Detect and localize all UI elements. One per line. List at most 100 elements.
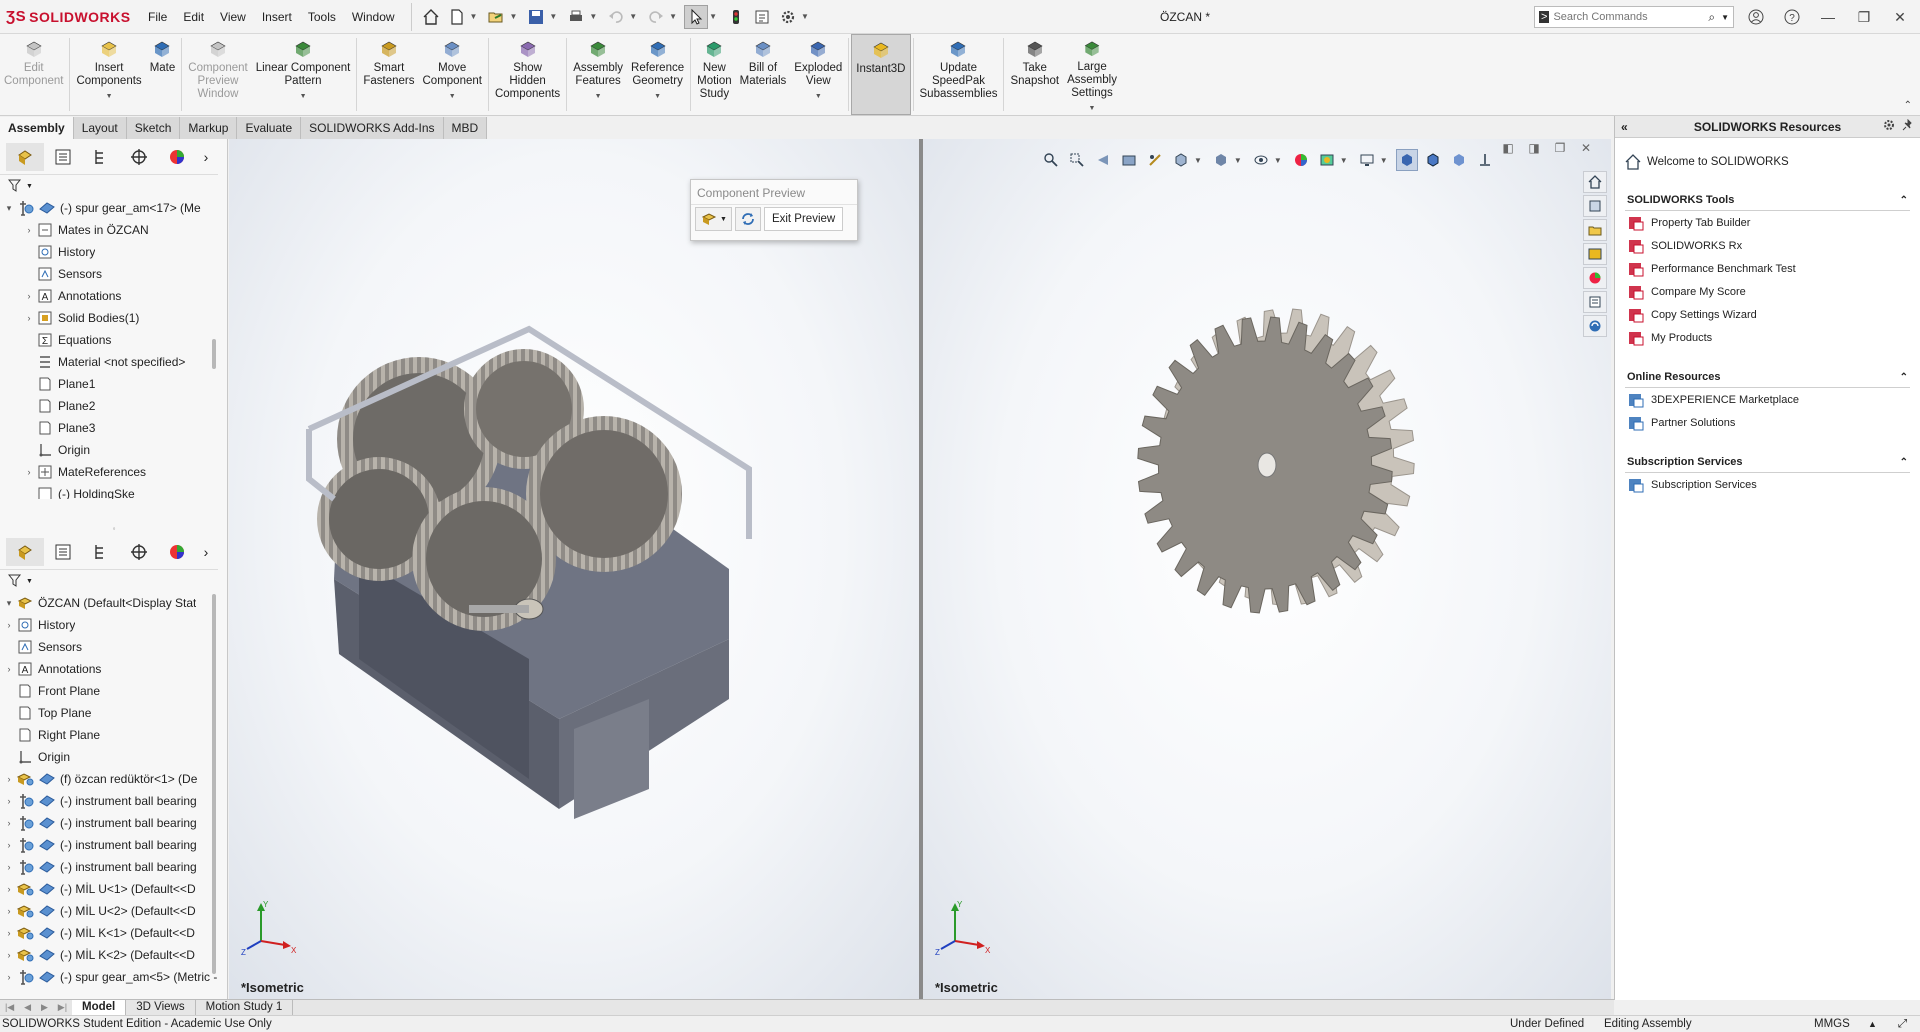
search-icon[interactable]: ⌕ (1708, 10, 1715, 25)
redo-icon[interactable] (644, 5, 668, 29)
restore-icon[interactable]: ❐ (1846, 0, 1882, 34)
chevron-down-icon[interactable]: ▼ (509, 12, 517, 21)
tree-filter[interactable]: ▼ (0, 570, 218, 592)
menu-tools[interactable]: Tools (300, 0, 344, 34)
resource-link[interactable]: Copy Settings Wizard (1625, 303, 1910, 326)
chevron-down-icon[interactable]: ▼ (815, 90, 822, 103)
resource-link[interactable]: My Products (1625, 326, 1910, 349)
chevron-down-icon[interactable]: ▼ (709, 12, 717, 21)
ribbon-speedpak-button[interactable]: Update SpeedPak Subassemblies (916, 34, 1002, 115)
expand-arrow-icon[interactable]: › (22, 313, 36, 323)
chevron-down-icon[interactable]: ▼ (801, 12, 809, 21)
appearances-icon[interactable] (1583, 267, 1607, 289)
ribbon-snapshot-button[interactable]: Take Snapshot (1006, 34, 1063, 115)
file-explorer-icon[interactable] (1583, 219, 1607, 241)
home-icon[interactable] (419, 5, 443, 29)
search-commands[interactable]: > ⌕ ▼ (1534, 6, 1734, 28)
chevron-down-icon[interactable]: ▼ (589, 12, 597, 21)
tree-item[interactable]: Sensors (0, 263, 218, 285)
property-manager-tab-icon[interactable] (44, 538, 82, 566)
collapse-arrow-icon[interactable]: ▾ (2, 203, 16, 214)
tree-item[interactable]: › History (0, 614, 218, 636)
chevron-down-icon[interactable]: ▼ (595, 90, 602, 103)
ribbon-bom-button[interactable]: Bill of Materials (736, 34, 791, 115)
tree-item[interactable]: › (-) MİL K<2> (Default<<D (0, 944, 218, 966)
ribbon-smart-fasteners-button[interactable]: Smart Fasteners (359, 34, 418, 115)
tree-item[interactable]: Plane2 (0, 395, 218, 417)
collapse-ribbon-icon[interactable]: ⌃ (1904, 100, 1912, 111)
search-input[interactable] (1553, 11, 1704, 23)
print-icon[interactable] (564, 5, 588, 29)
graphics-viewport-preview[interactable]: ◧ ◨ ❐ ✕ ▼ ▼ ▼ ▼ ▼ Y X Z *Isometric (923, 139, 1611, 999)
expand-arrow-icon[interactable]: › (2, 818, 16, 828)
tree-item[interactable]: › (-) MİL K<1> (Default<<D (0, 922, 218, 944)
chevron-down-icon[interactable]: ▼ (669, 12, 677, 21)
pane-splitter[interactable]: ◦ (0, 524, 228, 533)
tree-item[interactable]: › (-) spur gear_am<5> (Metric - (0, 966, 218, 988)
undo-icon[interactable] (604, 5, 628, 29)
tree-item[interactable]: › (-) instrument ball bearing (0, 834, 218, 856)
tree-item[interactable]: › Solid Bodies(1) (0, 307, 218, 329)
save-icon[interactable] (524, 5, 548, 29)
welcome-link[interactable]: Welcome to SOLIDWORKS (1615, 138, 1920, 184)
ribbon-exploded-view-button[interactable]: Exploded View ▼ (790, 34, 846, 115)
ribbon-motion-study-button[interactable]: New Motion Study (693, 34, 736, 115)
tree-item[interactable]: › (-) instrument ball bearing (0, 812, 218, 834)
ribbon-large-assembly-button[interactable]: Large Assembly Settings ▼ (1063, 34, 1121, 115)
configuration-manager-tab-icon[interactable] (82, 538, 120, 566)
menu-window[interactable]: Window (344, 0, 403, 34)
close-icon[interactable]: ✕ (1882, 0, 1918, 34)
gearbox-assembly-model[interactable] (229, 139, 919, 999)
graphics-viewport-assembly[interactable]: Y X Z *Isometric (229, 139, 919, 999)
user-account-icon[interactable] (1738, 0, 1774, 34)
tree-item[interactable]: Sensors (0, 636, 218, 658)
resource-link[interactable]: SOLIDWORKS Rx (1625, 234, 1910, 257)
view-palette-icon[interactable] (1583, 243, 1607, 265)
resource-link[interactable]: Partner Solutions (1625, 411, 1910, 434)
expand-arrow-icon[interactable]: › (2, 840, 16, 850)
tab-motion-study[interactable]: Motion Study 1 (196, 1000, 294, 1015)
resource-link[interactable]: Performance Benchmark Test (1625, 257, 1910, 280)
tree-item[interactable]: › (-) instrument ball bearing (0, 790, 218, 812)
options-gear-icon[interactable] (776, 5, 800, 29)
chevron-down-icon[interactable]: ▼ (629, 12, 637, 21)
property-manager-tab-icon[interactable] (44, 143, 82, 171)
chevron-up-icon[interactable]: ⌃ (1900, 372, 1908, 383)
menu-edit[interactable]: Edit (175, 0, 212, 34)
ribbon-show-hidden-button[interactable]: Show Hidden Components (491, 34, 564, 115)
filter-icon[interactable] (8, 179, 24, 193)
chevron-up-icon[interactable]: ⌃ (1900, 195, 1908, 206)
tree-item[interactable]: Plane1 (0, 373, 218, 395)
tab-model[interactable]: Model (72, 1000, 127, 1015)
filter-icon[interactable] (8, 574, 24, 588)
chevron-down-icon[interactable]: ▼ (449, 90, 456, 103)
chevron-down-icon[interactable]: ▼ (300, 90, 307, 103)
resource-link[interactable]: 3DEXPERIENCE Marketplace (1625, 388, 1910, 411)
tree-item[interactable]: › (f) özcan redüktör<1> (De (0, 768, 218, 790)
tree-item[interactable]: History (0, 241, 218, 263)
tree-item[interactable]: Origin (0, 746, 218, 768)
ribbon-mate-button[interactable]: Mate (146, 34, 180, 115)
collapse-pane-icon[interactable]: « (1621, 120, 1628, 134)
open-folder-icon[interactable] (484, 5, 508, 29)
expand-arrow-icon[interactable]: › (2, 620, 16, 630)
ribbon-instant3d-button[interactable]: Instant3D (851, 34, 911, 115)
chevron-down-icon[interactable]: ▼ (654, 90, 661, 103)
chevron-down-icon[interactable]: ▼ (1089, 102, 1096, 115)
tree-item[interactable]: Origin (0, 439, 218, 461)
ribbon-insert-components-button[interactable]: Insert Components ▼ (72, 34, 145, 115)
tab-assembly[interactable]: Assembly (0, 117, 74, 139)
expand-arrow-icon[interactable]: › (2, 862, 16, 872)
tree-item[interactable]: ▾ ÖZCAN (Default<Display Stat (0, 592, 218, 614)
resource-link[interactable]: Subscription Services (1625, 473, 1910, 496)
section-header[interactable]: SOLIDWORKS Tools ⌃ (1625, 190, 1910, 211)
tree-item[interactable]: › Mates in ÖZCAN (0, 219, 218, 241)
rebuild-status-icon[interactable]: ⤢ (1898, 1016, 1907, 1032)
display-manager-tab-icon[interactable] (158, 538, 196, 566)
expand-arrow-icon[interactable]: › (2, 884, 16, 894)
resource-link[interactable]: Property Tab Builder (1625, 211, 1910, 234)
expand-arrow-icon[interactable]: › (2, 774, 16, 784)
tree-item[interactable]: › (-) instrument ball bearing (0, 856, 218, 878)
tab-markup[interactable]: Markup (180, 117, 238, 139)
file-properties-icon[interactable] (750, 5, 774, 29)
